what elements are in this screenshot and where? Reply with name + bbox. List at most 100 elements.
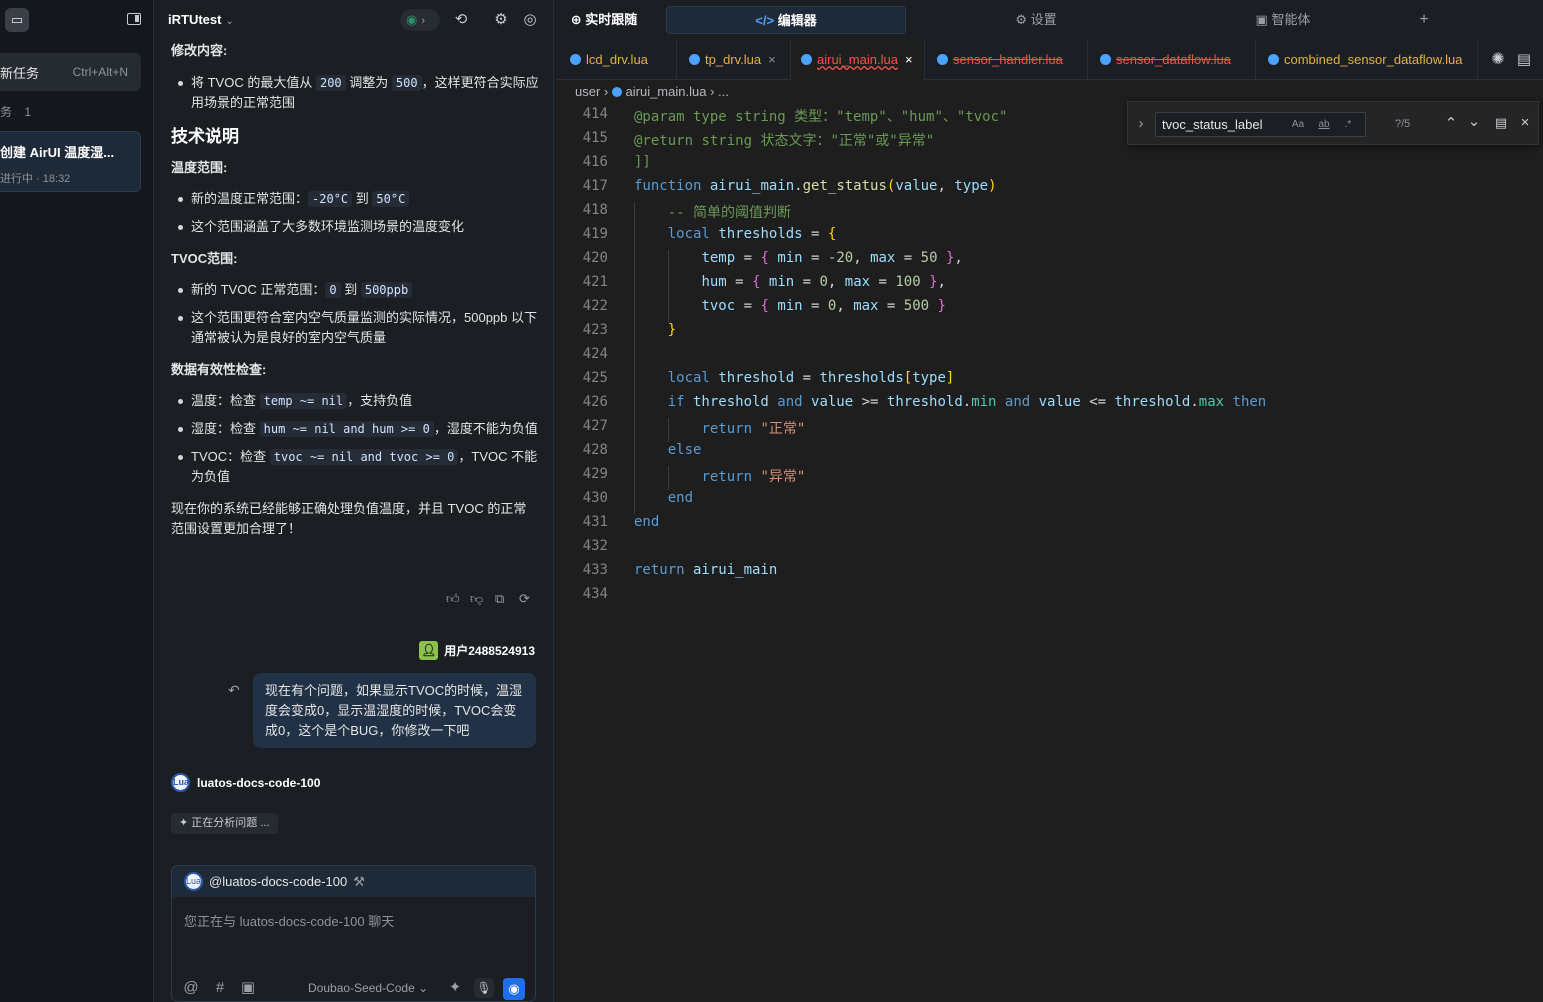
text: 到 bbox=[355, 191, 369, 206]
line-number: 431 bbox=[582, 514, 608, 530]
text: TVOC：检查 bbox=[191, 449, 267, 464]
text: 温度：检查 bbox=[191, 393, 257, 408]
chevron-down-icon: ⌄ bbox=[225, 16, 234, 27]
line-number: 429 bbox=[582, 466, 608, 482]
tab-live-follow[interactable]: ⊕ 实时跟随 bbox=[559, 6, 649, 34]
next-match-icon[interactable]: ⌄ bbox=[1465, 114, 1483, 130]
match-case-icon[interactable]: Aa bbox=[1291, 113, 1305, 136]
tab-label: 设置 bbox=[1030, 12, 1057, 27]
chevron-down-icon: ⌄ bbox=[418, 981, 429, 995]
chat-input[interactable]: 您正在与 luatos-docs-code-100 聊天 bbox=[184, 911, 394, 930]
inline-code: 50°C bbox=[372, 191, 410, 207]
undo-icon[interactable]: ↶ bbox=[228, 682, 240, 699]
tab-settings[interactable]: ⚙ 设置 bbox=[916, 6, 1156, 34]
tvoc-list: 新的 TVOC 正常范围： 0 到 500ppb 这个范围更符合室内空气质量监测的… bbox=[171, 280, 539, 348]
breadcrumb-more[interactable]: ... bbox=[718, 84, 729, 99]
code-line: else bbox=[667, 442, 702, 458]
regenerate-icon[interactable]: ⟳ bbox=[519, 591, 530, 607]
tab-agent[interactable]: ▣ 智能体 bbox=[1163, 6, 1403, 34]
code-line: @param type string 类型："temp"、"hum"、"tvoc… bbox=[634, 109, 1008, 125]
line-number: 425 bbox=[582, 370, 608, 386]
image-icon[interactable]: ▣ bbox=[239, 980, 257, 996]
thumbs-down-icon[interactable]: 👎︎ bbox=[470, 591, 483, 607]
tab-label: 智能体 bbox=[1271, 12, 1311, 27]
analyzing-text: 正在分析问题 ... bbox=[191, 817, 270, 829]
sidebar-toggle-icon[interactable] bbox=[127, 13, 141, 25]
file-tab-active[interactable]: airui_main.lua × bbox=[791, 40, 925, 80]
tools-icon: ⚒ bbox=[353, 873, 365, 889]
close-icon[interactable]: × bbox=[905, 40, 913, 80]
previous-match-icon[interactable]: ⌃ bbox=[1442, 116, 1460, 132]
changes-heading: 修改内容: bbox=[171, 43, 228, 58]
task-item[interactable]: 创建 AirUI 温度湿... 进行中 · 18:32 bbox=[0, 131, 141, 192]
code-line: tvoc = { min = 0, max = 500 } bbox=[701, 298, 946, 314]
breadcrumb-file[interactable]: airui_main.lua bbox=[626, 84, 707, 99]
close-icon[interactable]: × bbox=[1516, 115, 1534, 131]
sparkle-icon[interactable]: ✦ bbox=[446, 980, 464, 996]
list-item: 温度：检查 temp ~= nil ，支持负值 bbox=[171, 391, 539, 411]
thumbs-up-icon[interactable]: 👍︎ bbox=[446, 591, 460, 607]
temp-list: 新的温度正常范围： -20°C 到 50°C 这个范围涵盖了大多数环境监测场景的温… bbox=[171, 189, 539, 237]
find-in-selection-icon[interactable]: ▤ bbox=[1492, 115, 1510, 131]
code-line: local thresholds = { bbox=[667, 226, 837, 242]
history-icon[interactable]: ⟲ bbox=[452, 12, 470, 28]
code-line: function airui_main.get_status(value, ty… bbox=[634, 178, 997, 194]
hash-icon[interactable]: # bbox=[211, 980, 229, 996]
lua-file-icon bbox=[1268, 54, 1279, 65]
list-item: 湿度：检查 hum ~= nil and hum >= 0 ，湿度不能为负值 bbox=[171, 419, 539, 439]
file-tab[interactable]: sensor_handler.lua bbox=[925, 40, 1088, 80]
add-tab-button[interactable]: + bbox=[1411, 6, 1437, 34]
user-settings-icon[interactable]: ◎ bbox=[521, 12, 539, 28]
file-tabs: lcd_drv.lua tp_drv.lua × airui_main.lua × … bbox=[556, 40, 1543, 80]
text: ，湿度不能为负值 bbox=[433, 421, 538, 436]
agent-avatar-icon: Lua bbox=[184, 872, 203, 891]
validity-list: 温度：检查 temp ~= nil ，支持负值 湿度：检查 hum ~= nil … bbox=[171, 391, 539, 487]
chevron-right-icon: › bbox=[421, 15, 426, 27]
copy-icon[interactable]: ⧉ bbox=[495, 591, 504, 607]
new-task-shortcut: Ctrl+Alt+N bbox=[72, 65, 128, 79]
regex-icon[interactable]: .* bbox=[1341, 113, 1355, 136]
user-message-bubble: 现在有个问题，如果显示TVOC的时候，温湿度会变成0，显示温湿度的时候，TVOC… bbox=[253, 673, 536, 748]
status-pill[interactable]: ◉ › bbox=[400, 9, 440, 31]
ai-icon[interactable]: ✺ bbox=[1489, 52, 1507, 68]
split-editor-icon[interactable]: ▤ bbox=[1515, 52, 1533, 68]
gear-icon[interactable]: ⚙ bbox=[492, 12, 510, 28]
input-toolbar: @ # ▣ Doubao-Seed-Code ⌄ ✦ 🎙︎ ◉ bbox=[172, 975, 535, 1001]
line-number: 428 bbox=[582, 442, 608, 458]
file-tab[interactable]: tp_drv.lua × bbox=[677, 40, 791, 80]
tab-label: 编辑器 bbox=[777, 13, 817, 28]
breadcrumb-folder[interactable]: user bbox=[575, 84, 600, 99]
new-task-button[interactable]: 新任务 Ctrl+Alt+N bbox=[0, 53, 141, 91]
model-selector[interactable]: Doubao-Seed-Code ⌄ bbox=[308, 981, 428, 995]
inline-code: 500ppb bbox=[360, 282, 413, 298]
new-task-label: 新任务 bbox=[0, 65, 40, 81]
line-number: 418 bbox=[582, 202, 608, 218]
expand-replace-icon[interactable]: › bbox=[1132, 116, 1150, 132]
breadcrumb: user › airui_main.lua › ... bbox=[575, 84, 729, 99]
project-selector[interactable]: iRTUtest ⌄ bbox=[168, 12, 234, 27]
sparkle-icon: ✦ bbox=[179, 817, 189, 829]
gear-icon: ⚙ bbox=[1015, 12, 1027, 27]
mention-icon[interactable]: @ bbox=[182, 980, 200, 996]
changes-list: 将 TVOC 的最大值从 200 调整为 500 ，这样更符合实际应用场景的正常范… bbox=[171, 73, 539, 113]
task-section-header: 务 1 bbox=[0, 103, 31, 120]
whole-word-icon[interactable]: ab bbox=[1317, 113, 1331, 136]
file-tab-label: tp_drv.lua bbox=[705, 52, 762, 67]
line-number: 415 bbox=[582, 130, 608, 146]
send-button[interactable]: ◉ bbox=[503, 978, 525, 1000]
file-tab[interactable]: sensor_dataflow.lua bbox=[1088, 40, 1256, 80]
file-tab[interactable]: lcd_drv.lua bbox=[556, 40, 677, 80]
tab-editor[interactable]: </> 编辑器 bbox=[666, 6, 906, 34]
editor-panel: ⊕ 实时跟随 </> 编辑器 ⚙ 设置 ▣ 智能体 + lcd_drv.lua … bbox=[556, 0, 1543, 1002]
task-section-count: 1 bbox=[24, 105, 32, 119]
file-tab[interactable]: combined_sensor_dataflow.lua bbox=[1256, 40, 1478, 80]
app-logo-icon[interactable]: ▭ bbox=[5, 8, 29, 32]
microphone-icon[interactable]: 🎙︎ bbox=[474, 978, 494, 998]
code-line: temp = { min = -20, max = 50 }, bbox=[701, 250, 963, 266]
lua-file-icon bbox=[570, 54, 581, 65]
file-tab-label: airui_main.lua bbox=[817, 52, 898, 67]
task-section-label: 务 bbox=[0, 105, 13, 119]
find-input[interactable]: tvoc_status_label Aa ab .* bbox=[1155, 112, 1366, 137]
code-icon: </> bbox=[755, 13, 775, 28]
close-icon[interactable]: × bbox=[768, 52, 776, 67]
